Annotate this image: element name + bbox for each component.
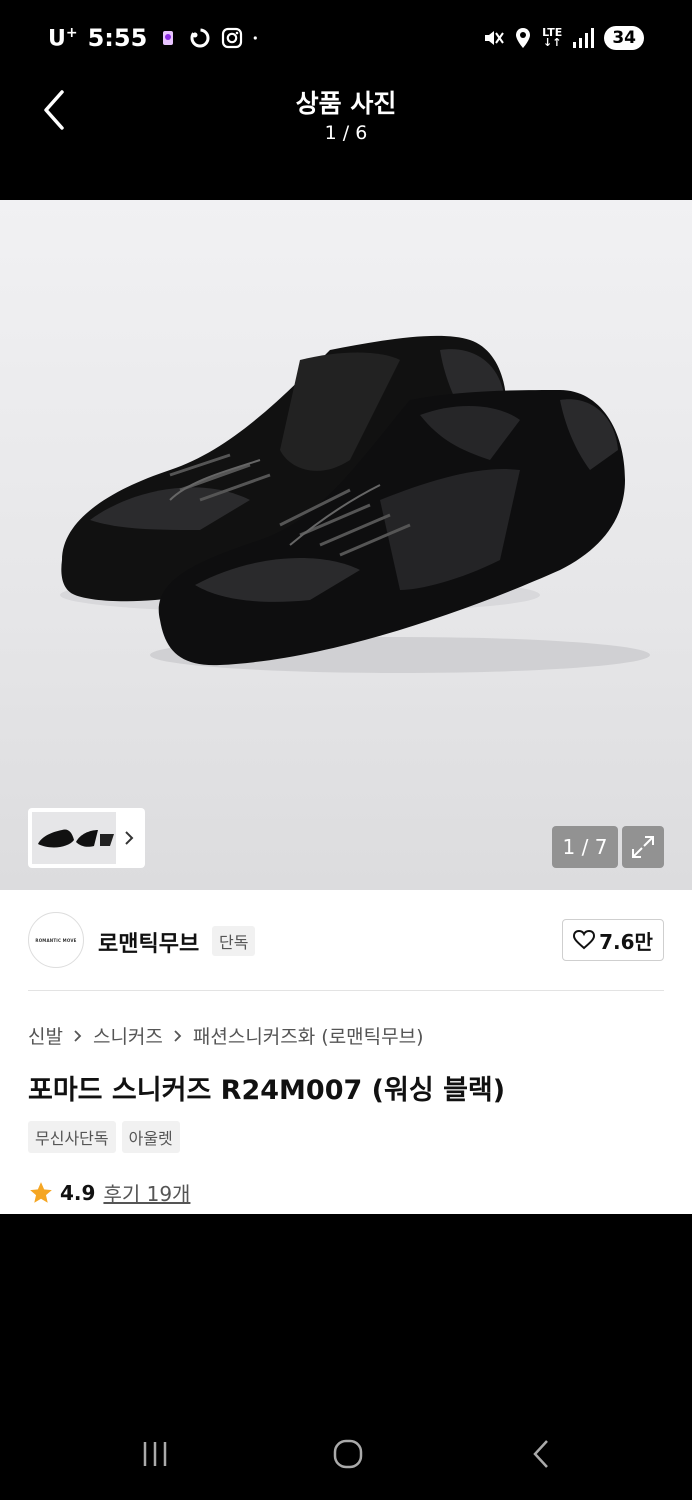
- recent-apps-icon: [143, 1442, 167, 1466]
- app-notification-icon: [163, 31, 174, 45]
- home-button[interactable]: [318, 1436, 378, 1472]
- like-count: 7.6만: [599, 929, 653, 954]
- rating-score: 4.9: [60, 1180, 96, 1205]
- battery-indicator: 34: [604, 26, 644, 50]
- status-bar: U+ 5:55 LTE ↓↑ 34: [0, 0, 692, 80]
- breadcrumb-item[interactable]: 스니커즈: [93, 1022, 163, 1049]
- system-back-icon: [533, 1440, 548, 1468]
- breadcrumb-item[interactable]: 신발: [28, 1022, 63, 1049]
- system-back-button[interactable]: [512, 1436, 572, 1472]
- tag-musinsa-exclusive: 무신사단독: [28, 1121, 116, 1153]
- photo-counter: 1 / 7: [552, 826, 618, 868]
- signal-icon: [573, 28, 595, 48]
- divider: [28, 990, 664, 991]
- chevron-right-icon: [74, 1029, 82, 1042]
- mute-icon: [485, 31, 504, 45]
- expand-icon: [632, 836, 654, 858]
- status-time: 5:55: [87, 24, 148, 52]
- chevron-right-icon: [125, 831, 134, 845]
- sneakers-image: [60, 335, 650, 673]
- tag-outlet: 아울렛: [121, 1121, 180, 1153]
- system-nav-bar: [0, 1400, 692, 1500]
- product-photo[interactable]: 1 / 7: [0, 200, 692, 890]
- expand-button[interactable]: [622, 826, 664, 868]
- star-icon: [30, 1181, 52, 1203]
- network-type: LTE ↓↑: [542, 26, 563, 49]
- sync-icon: [190, 28, 210, 48]
- page-title: 상품 사진: [295, 89, 397, 118]
- photo-page-indicator: 1 / 6: [324, 122, 368, 144]
- exclusive-badge: 단독: [212, 926, 256, 956]
- review-link[interactable]: 후기 19개: [103, 1178, 190, 1207]
- instagram-icon: [222, 27, 243, 49]
- product-tags: 무신사단독 아울렛: [28, 1121, 180, 1153]
- thumbnail-sneakers: [32, 812, 116, 864]
- product-info: ROMANTIC MOVE 로맨틱무브 단독 7.6만 신발 스니커즈 패션스니…: [0, 890, 692, 1214]
- thumbnail-strip[interactable]: [28, 808, 145, 868]
- thumbnail-image: [32, 812, 116, 864]
- home-icon: [333, 1439, 363, 1469]
- heart-icon: [573, 930, 596, 950]
- dot-icon: [253, 36, 258, 40]
- app-header: 상품 사진 1 / 6: [0, 80, 692, 200]
- like-button[interactable]: 7.6만: [562, 919, 664, 961]
- rating: 4.9 후기 19개: [28, 1178, 190, 1207]
- brand-logo[interactable]: ROMANTIC MOVE: [28, 912, 84, 968]
- brand-name[interactable]: 로맨틱무브: [98, 926, 199, 958]
- breadcrumb-item[interactable]: 패션스니커즈화 (로맨틱무브): [193, 1022, 424, 1049]
- carrier-label: U+: [48, 24, 78, 52]
- recent-apps-button[interactable]: [125, 1436, 185, 1472]
- chevron-right-icon: [174, 1029, 182, 1042]
- breadcrumb: 신발 스니커즈 패션스니커즈화 (로맨틱무브): [28, 1022, 424, 1049]
- product-title: 포마드 스니커즈 R24M007 (워싱 블랙): [28, 1075, 506, 1106]
- location-icon: [516, 28, 531, 48]
